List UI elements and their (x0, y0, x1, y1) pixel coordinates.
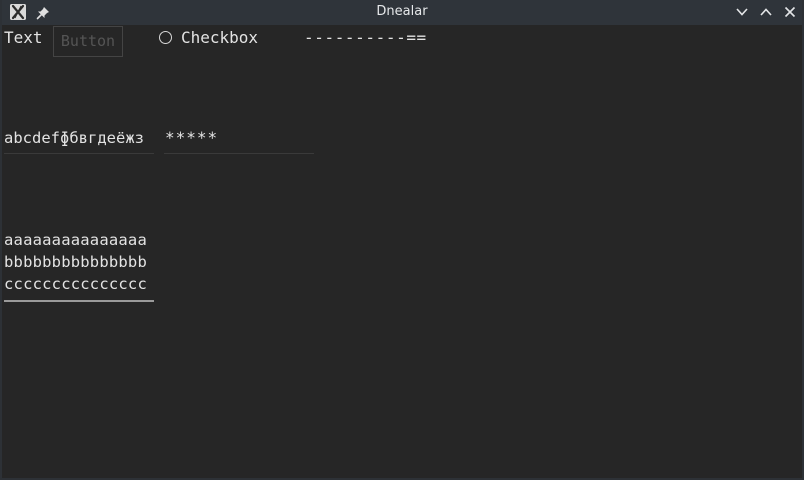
maximize-button[interactable] (757, 4, 775, 20)
text-input-value[interactable]: abcdefɸбвгдеёжз (4, 128, 144, 148)
multiline-textarea[interactable]: aaaaaaaaaaaaaaa bbbbbbbbbbbbbbb cccccccc… (4, 228, 154, 302)
chevron-down-icon (736, 8, 748, 16)
title-bar[interactable]: Dnealar (2, 0, 802, 25)
password-input[interactable]: ***** (164, 125, 314, 154)
textarea-line[interactable]: bbbbbbbbbbbbbbb (4, 251, 147, 273)
window-content: Text Button Checkbox ----------== abcdef… (2, 25, 802, 478)
app-window: Dnealar Text Button Checkbox ----------=… (0, 0, 804, 480)
window-title: Dnealar (376, 4, 428, 19)
textarea-line[interactable]: aaaaaaaaaaaaaaa (4, 229, 147, 251)
text-input[interactable]: abcdefɸбвгдеёжз (4, 125, 154, 154)
chevron-up-icon (760, 8, 772, 16)
password-input-value[interactable]: ***** (165, 128, 218, 148)
text-label: Text (4, 28, 43, 47)
text-progress-bar: ----------== (304, 28, 427, 47)
checkbox-indicator[interactable] (159, 31, 172, 44)
close-button[interactable] (781, 4, 799, 20)
textarea-line[interactable]: ccccccccccccccc (4, 273, 147, 295)
checkbox-label[interactable]: Checkbox (181, 28, 258, 48)
close-icon (784, 6, 796, 18)
disabled-button[interactable]: Button (53, 26, 123, 57)
minimize-button[interactable] (733, 4, 751, 20)
